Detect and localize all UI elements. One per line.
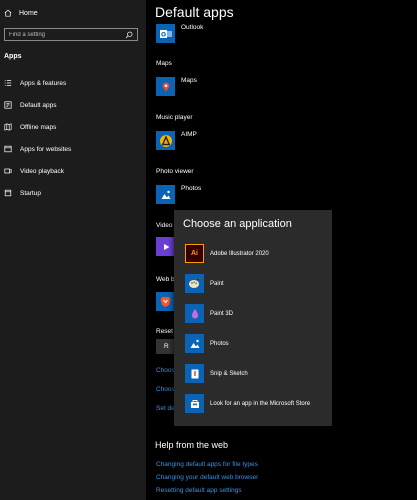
- sidebar-item-label: Apps for websites: [20, 145, 72, 153]
- movies-tv-icon: [156, 237, 175, 256]
- maps-app-button[interactable]: Maps: [156, 77, 197, 96]
- paint-3d-icon: [185, 304, 204, 323]
- flyout-item-label: Photos: [210, 340, 229, 347]
- flyout-item-microsoft-store[interactable]: Look for an app in the Microsoft Store: [185, 394, 310, 413]
- sidebar-nav: Apps & features Default apps Offline map…: [0, 72, 146, 204]
- web-browser-label: Web b: [156, 276, 175, 283]
- home-icon: [4, 9, 12, 17]
- paint-icon: [185, 274, 204, 293]
- sidebar-item-label: Default apps: [20, 101, 57, 109]
- photo-app-button[interactable]: Photos: [156, 185, 201, 204]
- default-apps-icon: [4, 101, 12, 109]
- map-icon: [4, 123, 12, 131]
- photos-icon: [185, 334, 204, 353]
- sidebar-item-label: Video playback: [20, 167, 64, 175]
- flyout-title: Choose an application: [183, 218, 292, 230]
- sidebar: Home Apps Apps & features Default apps: [0, 0, 146, 500]
- sidebar-item-apps-for-websites[interactable]: Apps for websites: [0, 138, 146, 160]
- choose-application-flyout: Choose an application Ai Adobe Illustrat…: [174, 210, 332, 426]
- video-player-label: Video: [156, 222, 173, 229]
- flyout-item-label: Paint 3D: [210, 310, 234, 317]
- help-link-file-types[interactable]: Changing default apps for file types: [156, 461, 258, 468]
- flyout-item-paint[interactable]: Paint: [185, 274, 224, 293]
- snip-sketch-icon: [185, 364, 204, 383]
- adobe-illustrator-icon: Ai: [185, 244, 204, 263]
- sidebar-item-startup[interactable]: Startup: [0, 182, 146, 204]
- photo-app-name: Photos: [181, 185, 202, 192]
- help-link-reset[interactable]: Resetting default app settings: [156, 487, 242, 494]
- music-player-label: Music player: [156, 114, 193, 121]
- apps-list-icon: [4, 80, 12, 86]
- set-defaults-by-app-link[interactable]: Set de: [156, 405, 175, 412]
- sidebar-item-offline-maps[interactable]: Offline maps: [0, 116, 146, 138]
- settings-search[interactable]: [4, 28, 138, 41]
- flyout-item-label: Paint: [210, 280, 224, 287]
- flyout-item-label: Look for an app in the Microsoft Store: [210, 400, 311, 407]
- video-icon: [4, 168, 12, 174]
- store-icon: [185, 394, 204, 413]
- flyout-item-label: Snip & Sketch: [210, 370, 248, 377]
- maps-app-name: Maps: [181, 77, 197, 84]
- sidebar-item-video-playback[interactable]: Video playback: [0, 160, 146, 182]
- maps-label: Maps: [156, 60, 172, 67]
- help-section-title: Help from the web: [155, 440, 229, 450]
- outlook-icon: O: [156, 24, 175, 43]
- section-label-apps: Apps: [4, 53, 22, 60]
- home-nav[interactable]: Home: [4, 6, 38, 20]
- music-app-button[interactable]: AIMP: [156, 131, 197, 150]
- flyout-item-illustrator[interactable]: Ai Adobe Illustrator 2020: [185, 244, 269, 263]
- startup-icon: [4, 189, 12, 197]
- choose-by-protocol-link[interactable]: Choos: [156, 386, 175, 393]
- search-icon[interactable]: [125, 31, 133, 39]
- photo-viewer-label: Photo viewer: [156, 168, 194, 175]
- flyout-item-paint-3d[interactable]: Paint 3D: [185, 304, 233, 323]
- sidebar-item-label: Startup: [20, 189, 41, 197]
- svg-text:O: O: [160, 31, 165, 38]
- home-label: Home: [19, 9, 38, 17]
- sidebar-item-default-apps[interactable]: Default apps: [0, 94, 146, 116]
- flyout-item-photos[interactable]: Photos: [185, 334, 229, 353]
- websites-icon: [4, 145, 12, 153]
- brave-icon: [156, 292, 175, 311]
- flyout-item-label: Adobe Illustrator 2020: [210, 250, 269, 257]
- music-app-name: AIMP: [181, 131, 197, 138]
- sidebar-item-label: Offline maps: [20, 123, 57, 131]
- sidebar-item-label: Apps & features: [20, 79, 67, 87]
- sidebar-item-apps-features[interactable]: Apps & features: [0, 72, 146, 94]
- flyout-item-snip-sketch[interactable]: Snip & Sketch: [185, 364, 248, 383]
- aimp-icon: [156, 131, 175, 150]
- email-app-name: Outlook: [181, 24, 204, 31]
- help-link-web-browser[interactable]: Changing your default web browser: [156, 474, 258, 481]
- photos-icon: [156, 185, 175, 204]
- page-title: Default apps: [155, 4, 234, 20]
- video-app-button[interactable]: [156, 237, 175, 256]
- browser-app-button[interactable]: [156, 292, 175, 311]
- maps-pin-icon: [156, 77, 175, 96]
- search-input[interactable]: [9, 31, 125, 38]
- email-app-button[interactable]: O Outlook: [156, 24, 203, 43]
- choose-by-file-type-link[interactable]: Choos: [156, 367, 175, 374]
